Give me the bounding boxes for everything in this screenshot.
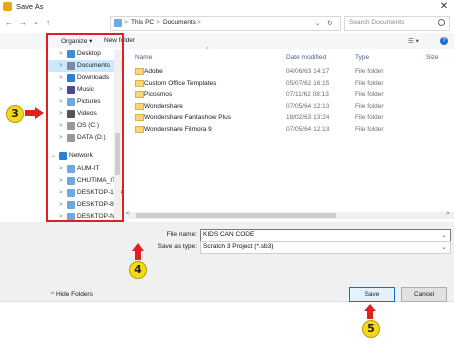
refresh-icon[interactable]: ↻ <box>327 19 332 27</box>
file-name: Wondershare Fantashow Plus <box>144 114 231 121</box>
recent-locations-icon[interactable]: ⌄ <box>30 17 42 29</box>
file-name: Picosmos <box>144 91 173 98</box>
breadcrumb-separator: > <box>124 19 128 26</box>
search-icon <box>438 19 445 26</box>
save-as-type-value[interactable]: Scratch 3 Project (*.sb3) <box>203 243 273 250</box>
address-dropdown-icon[interactable]: ⌄ <box>315 19 320 27</box>
file-date: 07/05/64 12:13 <box>286 125 330 133</box>
chevron-up-icon: ^ <box>51 291 55 298</box>
title-bar <box>0 0 454 14</box>
address-bar[interactable]: > This PC > Documents > ⌄ ↻ <box>110 16 341 31</box>
file-date: 18/02/63 13:24 <box>286 114 330 121</box>
file-row[interactable]: Wondershare Filmora 9 07/05/64 12:13 File … <box>133 124 453 136</box>
scrollbar-thumb[interactable] <box>136 213 336 218</box>
folder-icon <box>135 114 144 121</box>
breadcrumb-this-pc[interactable]: This PC <box>131 19 154 26</box>
red-arrow-right-icon <box>25 107 44 119</box>
folder-icon <box>135 125 144 133</box>
search-box[interactable]: Search Documents <box>344 16 450 31</box>
sort-indicator-icon: ^ <box>206 47 209 53</box>
red-arrow-up-icon <box>364 304 376 319</box>
scroll-right-icon[interactable]: > <box>446 211 450 217</box>
file-type: File folder <box>355 91 384 98</box>
file-row[interactable]: Wondershare Fantashow Plus 18/02/63 13:24… <box>133 112 453 124</box>
step-marker-3: 3 <box>6 105 24 123</box>
save-as-type-select[interactable]: Scratch 3 Project (*.sb3) ⌄ <box>200 241 451 254</box>
file-type: File folder <box>355 68 384 75</box>
file-date: 07/11/62 08:13 <box>286 91 329 98</box>
up-arrow-icon[interactable]: ↑ <box>42 17 54 29</box>
forward-arrow-icon[interactable]: → <box>17 17 29 29</box>
scroll-left-icon[interactable]: < <box>126 211 130 217</box>
folder-icon <box>135 68 144 75</box>
column-header-type[interactable]: Type <box>355 54 369 61</box>
file-date: 05/07/62 16:15 <box>286 79 330 87</box>
red-arrow-up-icon <box>132 243 144 260</box>
file-name: Wondershare Filmora 9 <box>144 125 212 133</box>
file-row[interactable]: Adobe 04/06/63 14:17 File folder <box>133 66 453 78</box>
file-date: 07/05/64 12:13 <box>286 102 330 110</box>
search-input[interactable]: Search Documents <box>349 19 404 26</box>
app-icon <box>3 2 12 11</box>
file-name: Adobe <box>144 68 163 75</box>
breadcrumb-separator: > <box>197 19 201 26</box>
step-marker-4: 4 <box>129 261 147 279</box>
file-date: 04/06/63 14:17 <box>286 68 330 75</box>
file-type: File folder <box>355 125 384 133</box>
breadcrumb-separator: > <box>156 19 160 26</box>
file-row[interactable]: Picosmos 07/11/62 08:13 File folder <box>133 89 453 101</box>
file-type: File folder <box>355 79 384 87</box>
highlight-box <box>46 33 124 222</box>
file-name: Wondershare <box>144 102 183 110</box>
folder-icon <box>135 91 144 98</box>
cancel-button[interactable]: Cancel <box>401 287 447 302</box>
folder-icon <box>135 102 144 110</box>
view-options-icon[interactable]: ☰ ▾ <box>408 37 419 45</box>
back-arrow-icon[interactable]: ← <box>3 17 15 29</box>
save-as-type-dropdown-icon[interactable]: ⌄ <box>442 243 447 251</box>
column-header-size[interactable]: Size <box>426 54 439 61</box>
hide-folders-label: Hide Folders <box>56 291 93 298</box>
file-name-label: File name: <box>166 231 197 238</box>
step-marker-5: 5 <box>362 320 380 338</box>
close-icon[interactable]: ✕ <box>437 0 451 13</box>
file-row[interactable]: Wondershare 07/05/64 12:13 File folder <box>133 101 453 113</box>
window-title: Save As <box>16 2 44 11</box>
file-name-value[interactable]: KIDS CAN CODE <box>203 231 254 238</box>
file-row[interactable]: Custom Office Templates 05/07/62 16:15 Fil… <box>133 78 453 90</box>
breadcrumb-documents[interactable]: Documents <box>163 19 196 26</box>
help-icon[interactable]: ? <box>440 37 448 45</box>
file-type: File folder <box>355 102 384 110</box>
save-as-type-label: Save as type: <box>157 243 197 250</box>
file-name: Custom Office Templates <box>144 79 217 87</box>
hide-folders-button[interactable]: ^ Hide Folders <box>51 291 93 298</box>
folder-icon <box>135 79 144 87</box>
this-pc-icon <box>114 19 122 27</box>
column-header-date[interactable]: Date modified <box>286 54 326 61</box>
save-button[interactable]: Save <box>349 287 395 302</box>
file-type: File folder <box>355 114 384 121</box>
column-header-name[interactable]: Name <box>135 54 152 61</box>
file-name-dropdown-icon[interactable]: ⌄ <box>442 231 447 239</box>
